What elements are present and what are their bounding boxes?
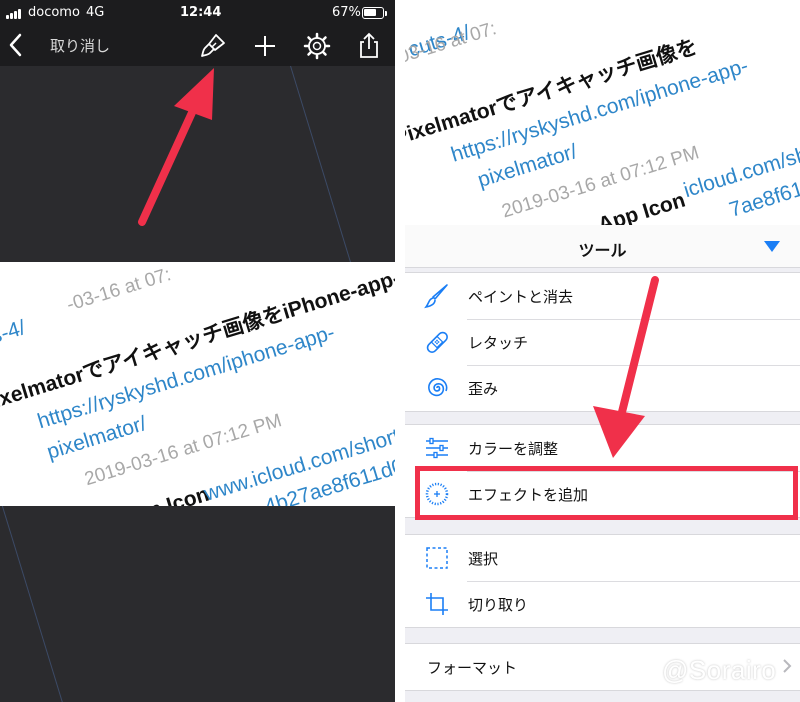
annotation-arrow-icon: [138, 68, 214, 226]
undo-button[interactable]: 取り消し: [50, 35, 110, 56]
menu-item-crop[interactable]: 切り取り: [405, 581, 800, 627]
battery-icon: [362, 7, 384, 19]
image-content: cuts-4/ 019-03-16 at 07: Pixelmatorでアイキャ…: [405, 0, 800, 225]
annotation-highlight-box: [415, 466, 798, 520]
battery-tip: [385, 11, 387, 16]
image-content: cuts-4/ -03-16 at 07: Pixelmatorでアイキャッチ画…: [0, 262, 395, 506]
image-text: App Icon: [595, 188, 688, 225]
bandage-icon: [426, 331, 448, 353]
image-text: -03-16 at 07:: [64, 264, 174, 316]
selection-icon: [426, 547, 448, 569]
paintbrush-icon[interactable]: [198, 31, 228, 61]
annotation-arrow-icon: [593, 276, 659, 458]
menu-item-select[interactable]: 選択: [405, 535, 800, 581]
collapse-caret-icon[interactable]: [764, 241, 780, 252]
sliders-icon: [426, 437, 448, 459]
watermark: @Sorairo: [662, 655, 777, 685]
battery-percent: 67%: [332, 5, 361, 20]
editor-toolbar: 取り消し: [0, 26, 395, 66]
image-text: App Icon: [119, 483, 212, 506]
carrier-label: docomo: [28, 5, 80, 20]
menu-item-label: レタッチ: [468, 334, 529, 352]
paintbrush-icon: [424, 284, 448, 309]
menu-item-label: 選択: [468, 550, 499, 568]
tools-screen: cuts-4/ 019-03-16 at 07: Pixelmatorでアイキャ…: [405, 0, 800, 702]
editor-screen: docomo 4G 12:44 67% 取り消し cuts-4/ -03-16 …: [0, 0, 395, 702]
swirl-icon: [428, 378, 448, 397]
menu-group: 選択 切り取り: [405, 534, 800, 628]
clock: 12:44: [180, 5, 222, 20]
chevron-right-icon: [783, 659, 792, 673]
back-chevron-icon[interactable]: [6, 30, 26, 60]
plus-icon[interactable]: [250, 31, 280, 61]
network-label: 4G: [86, 5, 105, 20]
canvas-image[interactable]: cuts-4/ 019-03-16 at 07: Pixelmatorでアイキャ…: [405, 0, 800, 225]
image-text: cuts-4/: [0, 316, 29, 357]
menu-item-label: カラーを調整: [468, 440, 559, 458]
share-icon[interactable]: [354, 31, 384, 61]
menu-item-label: 切り取り: [468, 596, 529, 614]
menu-title: ツール: [578, 241, 627, 260]
menu-header: ツール: [405, 225, 800, 268]
signal-icon: [6, 9, 26, 19]
canvas-image[interactable]: cuts-4/ -03-16 at 07: Pixelmatorでアイキャッチ画…: [0, 262, 395, 506]
gear-icon[interactable]: [302, 31, 332, 61]
menu-item-label: ペイントと消去: [468, 288, 574, 306]
menu-item-label: フォーマット: [427, 659, 518, 677]
crop-icon: [426, 593, 448, 615]
status-bar: docomo 4G 12:44 67%: [0, 0, 395, 26]
menu-item-label: 歪み: [468, 380, 499, 398]
